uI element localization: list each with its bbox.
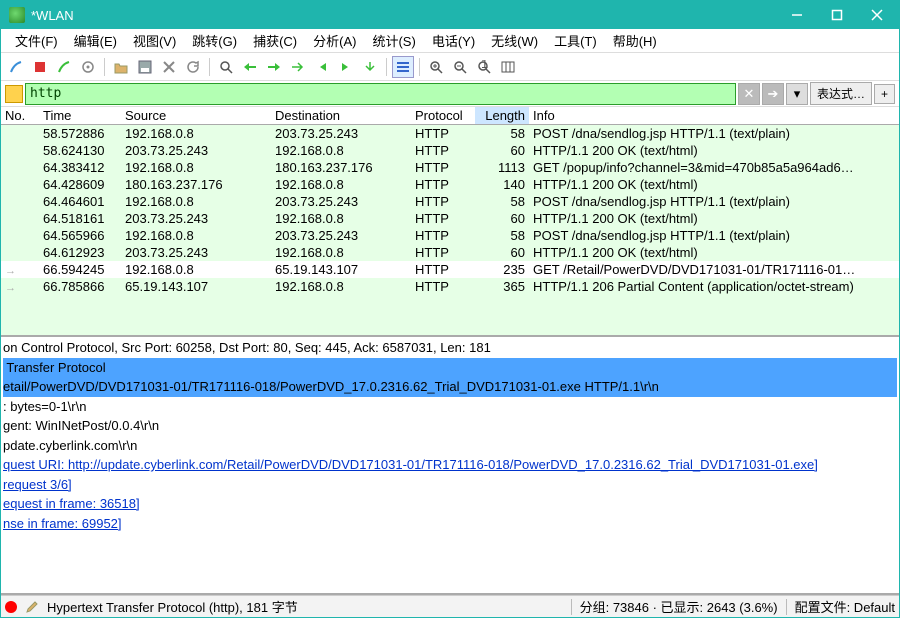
- packet-row[interactable]: 58.624130203.73.25.243192.168.0.8HTTP60H…: [1, 142, 899, 159]
- go-back-button[interactable]: [239, 56, 261, 78]
- detail-line: gent: WinINetPost/0.0.4\r\n: [3, 416, 897, 436]
- open-file-button[interactable]: [110, 56, 132, 78]
- menu-item[interactable]: 跳转(G): [184, 29, 245, 52]
- col-protocol[interactable]: Protocol: [411, 107, 475, 124]
- resize-columns-button[interactable]: [497, 56, 519, 78]
- detail-line[interactable]: quest URI: http://update.cyberlink.com/R…: [3, 455, 897, 475]
- add-filter-button[interactable]: +: [874, 84, 895, 104]
- status-packets: 分组: 73846 · 已显示: 2643 (3.6%): [580, 597, 778, 616]
- packet-row[interactable]: →66.594245192.168.0.865.19.143.107HTTP23…: [1, 261, 899, 278]
- expression-button[interactable]: 表达式…: [810, 82, 872, 105]
- close-button[interactable]: [857, 1, 897, 29]
- col-destination[interactable]: Destination: [271, 107, 411, 124]
- packet-row[interactable]: 64.428609180.163.237.176192.168.0.8HTTP1…: [1, 176, 899, 193]
- packet-list[interactable]: No. Time Source Destination Protocol Len…: [1, 107, 899, 337]
- zoom-in-button[interactable]: [425, 56, 447, 78]
- stop-capture-button[interactable]: [29, 56, 51, 78]
- menu-item[interactable]: 分析(A): [305, 29, 364, 52]
- go-last-button[interactable]: [335, 56, 357, 78]
- col-no[interactable]: No.: [1, 107, 39, 124]
- detail-line: : bytes=0-1\r\n: [3, 397, 897, 417]
- save-file-button[interactable]: [134, 56, 156, 78]
- bookmark-icon[interactable]: [5, 85, 23, 103]
- close-file-button[interactable]: [158, 56, 180, 78]
- clear-filter-button[interactable]: ✕: [738, 83, 760, 105]
- titlebar: *WLAN: [1, 1, 899, 29]
- menu-item[interactable]: 帮助(H): [605, 29, 665, 52]
- zoom-out-button[interactable]: [449, 56, 471, 78]
- packet-row[interactable]: 64.464601192.168.0.8203.73.25.243HTTP58P…: [1, 193, 899, 210]
- status-proto: Hypertext Transfer Protocol (http), 181 …: [47, 597, 563, 616]
- find-button[interactable]: [215, 56, 237, 78]
- edit-icon[interactable]: [25, 600, 39, 614]
- auto-scroll-button[interactable]: [359, 56, 381, 78]
- menubar: 文件(F)编辑(E)视图(V)跳转(G)捕获(C)分析(A)统计(S)电话(Y)…: [1, 29, 899, 53]
- col-source[interactable]: Source: [121, 107, 271, 124]
- packet-row[interactable]: 58.572886192.168.0.8203.73.25.243HTTP58P…: [1, 125, 899, 142]
- packet-row[interactable]: 64.518161203.73.25.243192.168.0.8HTTP60H…: [1, 210, 899, 227]
- maximize-button[interactable]: [817, 1, 857, 29]
- zoom-normal-button[interactable]: 1: [473, 56, 495, 78]
- go-first-button[interactable]: [311, 56, 333, 78]
- packet-list-header[interactable]: No. Time Source Destination Protocol Len…: [1, 107, 899, 125]
- menu-item[interactable]: 视图(V): [125, 29, 184, 52]
- detail-line: on Control Protocol, Src Port: 60258, Ds…: [3, 338, 897, 358]
- detail-line[interactable]: request 3/6]: [3, 475, 897, 495]
- detail-line[interactable]: equest in frame: 36518]: [3, 494, 897, 514]
- menu-item[interactable]: 电话(Y): [424, 29, 483, 52]
- display-filter-input[interactable]: [25, 83, 736, 105]
- menu-item[interactable]: 工具(T): [546, 29, 605, 52]
- detail-line: pdate.cyberlink.com\r\n: [3, 436, 897, 456]
- go-forward-button[interactable]: [263, 56, 285, 78]
- menu-item[interactable]: 编辑(E): [66, 29, 125, 52]
- apply-filter-button[interactable]: ➔: [762, 83, 784, 105]
- filter-bar: ✕ ➔ ▾ 表达式… +: [1, 81, 899, 107]
- restart-capture-button[interactable]: [53, 56, 75, 78]
- packet-row[interactable]: 64.383412192.168.0.8180.163.237.176HTTP1…: [1, 159, 899, 176]
- window-title: *WLAN: [31, 8, 777, 23]
- filter-history-button[interactable]: ▾: [786, 83, 808, 105]
- expert-info-icon[interactable]: [5, 601, 17, 613]
- reload-button[interactable]: [182, 56, 204, 78]
- detail-line: etail/PowerDVD/DVD171031-01/TR171116-018…: [3, 377, 897, 397]
- status-profile[interactable]: 配置文件: Default: [795, 597, 895, 616]
- toolbar: 1: [1, 53, 899, 81]
- app-icon: [9, 7, 25, 23]
- start-capture-button[interactable]: [5, 56, 27, 78]
- minimize-button[interactable]: [777, 1, 817, 29]
- colorize-button[interactable]: [392, 56, 414, 78]
- detail-line: Transfer Protocol: [3, 358, 897, 378]
- capture-options-button[interactable]: [77, 56, 99, 78]
- packet-row[interactable]: →66.78586665.19.143.107192.168.0.8HTTP36…: [1, 278, 899, 295]
- status-bar: Hypertext Transfer Protocol (http), 181 …: [1, 595, 899, 617]
- col-length[interactable]: Length: [475, 107, 529, 124]
- menu-item[interactable]: 文件(F): [7, 29, 66, 52]
- menu-item[interactable]: 无线(W): [483, 29, 546, 52]
- menu-item[interactable]: 捕获(C): [245, 29, 305, 52]
- packet-row[interactable]: 64.565966192.168.0.8203.73.25.243HTTP58P…: [1, 227, 899, 244]
- menu-item[interactable]: 统计(S): [364, 29, 423, 52]
- packet-row[interactable]: 64.612923203.73.25.243192.168.0.8HTTP60H…: [1, 244, 899, 261]
- col-info[interactable]: Info: [529, 107, 899, 124]
- go-to-packet-button[interactable]: [287, 56, 309, 78]
- col-time[interactable]: Time: [39, 107, 121, 124]
- detail-line[interactable]: nse in frame: 69952]: [3, 514, 897, 534]
- packet-details[interactable]: on Control Protocol, Src Port: 60258, Ds…: [1, 337, 899, 595]
